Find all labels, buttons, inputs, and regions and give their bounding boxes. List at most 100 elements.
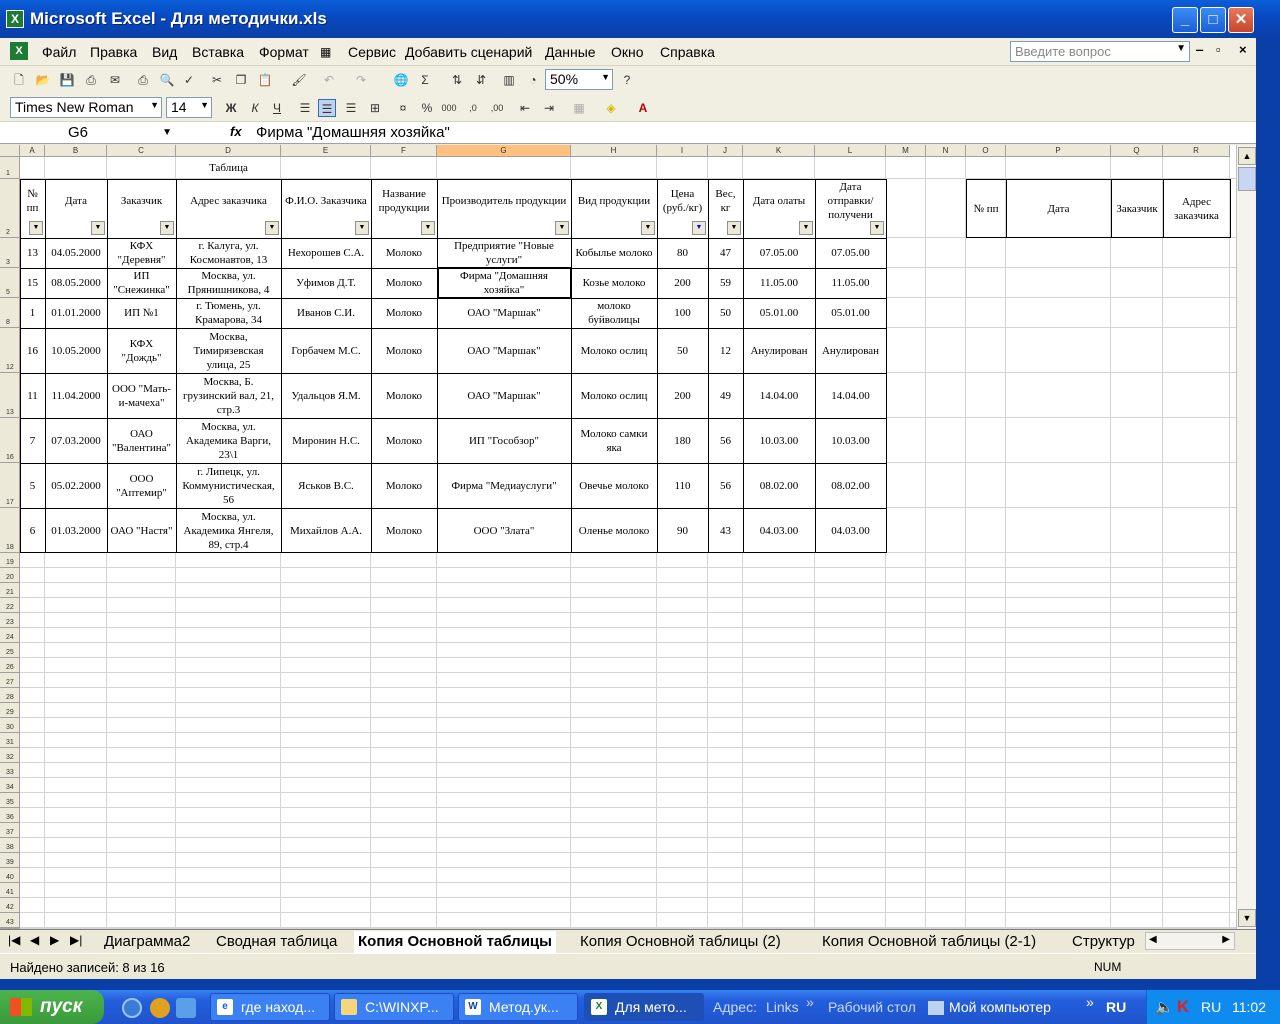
row-header[interactable]: 41 <box>0 883 20 898</box>
row-header[interactable]: 31 <box>0 733 20 748</box>
table-cell[interactable]: ОАО "Валентина" <box>107 418 176 463</box>
column-header-h[interactable]: H <box>571 145 657 157</box>
autofilter-dropdown-icon[interactable]: ▼ <box>799 221 813 235</box>
producer-cell[interactable]: ОАО "Маршак" <box>437 298 571 328</box>
table-cell[interactable]: Молоко <box>371 328 437 373</box>
decrease-indent-icon[interactable]: ⇤ <box>516 99 534 117</box>
table-cell[interactable]: Москва, Тимирязевская улица, 25 <box>176 328 281 373</box>
doc-restore-icon[interactable]: ▫ <box>1216 42 1221 57</box>
tray-language[interactable]: RU <box>1201 999 1221 1015</box>
table-cell[interactable]: ООО "Мать-и-мачеха" <box>107 373 176 418</box>
table-cell[interactable]: Овечье молоко <box>571 463 657 508</box>
currency-icon[interactable]: ¤ <box>394 99 412 117</box>
table-cell[interactable]: ИП "Снежинка" <box>107 268 176 298</box>
my-computer-link[interactable]: Мой компьютер <box>949 999 1051 1015</box>
taskbar-item-excel[interactable]: X Для мето... <box>584 993 704 1021</box>
menu-help[interactable]: Справка <box>660 44 715 60</box>
table-cell[interactable]: 10.05.2000 <box>45 328 107 373</box>
table-cell[interactable]: г. Тюмень, ул. Крамарова, 34 <box>176 298 281 328</box>
menu-data[interactable]: Данные <box>545 44 596 60</box>
scroll-thumb[interactable] <box>1238 167 1256 191</box>
table-cell[interactable]: 16 <box>20 328 45 373</box>
column-header-j[interactable]: J <box>708 145 743 157</box>
drawing-icon[interactable]: ◔ <box>524 71 542 89</box>
first-sheet-icon[interactable]: |◀ <box>8 933 20 947</box>
table-cell[interactable]: 07.05.00 <box>815 238 886 268</box>
table-cell[interactable]: Молоко <box>371 298 437 328</box>
row-header[interactable]: 25 <box>0 643 20 658</box>
table-cell[interactable]: 05.01.00 <box>743 298 815 328</box>
table-cell[interactable]: 43 <box>708 508 743 553</box>
producer-cell[interactable]: Фирма "Медиауслуги" <box>437 463 571 508</box>
column-header-f[interactable]: F <box>371 145 437 157</box>
row-header[interactable]: 43 <box>0 913 20 928</box>
row-header[interactable]: 3 <box>0 238 20 268</box>
autofilter-dropdown-icon[interactable]: ▼ <box>91 221 105 235</box>
table-cell[interactable]: ООО "Аптемир" <box>107 463 176 508</box>
save-icon[interactable]: 💾 <box>58 71 76 89</box>
table-cell[interactable]: 13 <box>20 238 45 268</box>
table-cell[interactable]: Москва, ул. Академика Янгеля, 89, стр.4 <box>176 508 281 553</box>
row-header[interactable]: 20 <box>0 568 20 583</box>
menu-insert[interactable]: Вставка <box>192 44 244 60</box>
table-cell[interactable]: 1 <box>20 298 45 328</box>
column-header-g[interactable]: G <box>437 145 571 157</box>
name-box[interactable]: G6 ▼ <box>4 123 176 143</box>
table-cell[interactable]: Москва, ул. Академика Варги, 23\1 <box>176 418 281 463</box>
table-cell[interactable]: 47 <box>708 238 743 268</box>
scroll-left-icon[interactable]: ◀ <box>1149 934 1157 945</box>
paste-icon[interactable]: 📋 <box>256 71 274 89</box>
table-cell[interactable]: 200 <box>657 373 708 418</box>
row-header[interactable]: 13 <box>0 373 20 418</box>
table-cell[interactable]: КФХ "Деревня" <box>107 238 176 268</box>
column-header-d[interactable]: D <box>176 145 281 157</box>
table-cell[interactable]: Молоко <box>371 463 437 508</box>
row-header[interactable]: 40 <box>0 868 20 883</box>
column-header-a[interactable]: A <box>20 145 45 157</box>
autofilter-dropdown-icon[interactable]: ▼ <box>727 221 741 235</box>
table-cell[interactable]: 11 <box>20 373 45 418</box>
open-icon[interactable]: 📂 <box>34 71 52 89</box>
column-header-b[interactable]: B <box>45 145 107 157</box>
excel-app-icon[interactable]: X <box>6 10 24 28</box>
table-cell[interactable]: Уфимов Д.Т. <box>281 268 371 298</box>
increase-decimal-icon[interactable]: ,0 <box>464 99 482 117</box>
tab-structure[interactable]: Структур <box>1072 931 1138 953</box>
minimize-button[interactable]: _ <box>1172 7 1198 33</box>
cut-icon[interactable]: ✂ <box>208 71 226 89</box>
table-cell[interactable]: 5 <box>20 463 45 508</box>
table-cell[interactable]: 08.02.00 <box>815 463 886 508</box>
table-cell[interactable]: 11.04.2000 <box>45 373 107 418</box>
table-cell[interactable]: Молоко <box>371 418 437 463</box>
row-header[interactable]: 22 <box>0 598 20 613</box>
font-color-icon[interactable]: A <box>634 99 652 117</box>
table-cell[interactable]: 07.03.2000 <box>45 418 107 463</box>
row-header[interactable]: 29 <box>0 703 20 718</box>
table-cell[interactable]: 07.05.00 <box>743 238 815 268</box>
table-cell[interactable]: Миронин Н.С. <box>281 418 371 463</box>
borders-icon[interactable]: ▦ <box>570 99 588 117</box>
align-center-icon[interactable]: ☰ <box>318 99 336 117</box>
outlook-quicklaunch-icon[interactable] <box>176 998 196 1018</box>
chevron-down-icon[interactable]: ▼ <box>601 72 610 82</box>
table-cell[interactable]: 04.05.2000 <box>45 238 107 268</box>
taskbar-item-folder[interactable]: C:\WINXP... <box>334 993 454 1021</box>
scenario-icon[interactable]: ▦ <box>320 45 331 59</box>
table-cell[interactable]: 90 <box>657 508 708 553</box>
row-header[interactable]: 19 <box>0 553 20 568</box>
start-button[interactable]: пуск <box>0 990 104 1024</box>
chevron-icon[interactable]: » <box>806 994 814 1010</box>
table-cell[interactable]: 200 <box>657 268 708 298</box>
table-cell[interactable]: 12 <box>708 328 743 373</box>
vertical-scrollbar[interactable]: ▲ ▼ <box>1236 145 1256 929</box>
chevron-icon[interactable]: » <box>1086 994 1094 1010</box>
new-icon[interactable]: 🗋 <box>10 71 28 89</box>
sort-descending-icon[interactable]: ⇵ <box>472 71 490 89</box>
row-header[interactable]: 34 <box>0 778 20 793</box>
table-cell[interactable]: 110 <box>657 463 708 508</box>
comma-style-icon[interactable]: 000 <box>440 99 458 117</box>
table-cell[interactable]: Нехорошев С.А. <box>281 238 371 268</box>
producer-cell[interactable]: ИП "Гособзор" <box>437 418 571 463</box>
merge-center-icon[interactable]: ⊞ <box>366 99 384 117</box>
chevron-down-icon[interactable]: ▼ <box>150 100 159 110</box>
